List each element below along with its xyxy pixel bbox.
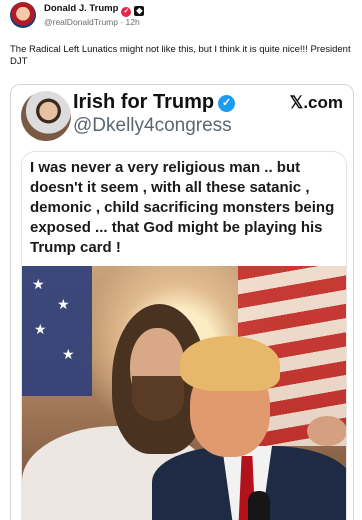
microphone-icon	[248, 491, 270, 520]
post-handle-line: @realDonaldTrump · 12h	[44, 17, 140, 27]
post-author-name[interactable]: Donald J. Trump	[44, 3, 118, 14]
post-author[interactable]: Donald J. Trump ✓ ◆	[44, 3, 145, 17]
affiliate-badge-icon: ◆	[134, 6, 145, 16]
verified-badge-icon: ✓	[121, 7, 132, 17]
post-handle[interactable]: @realDonaldTrump	[44, 17, 118, 27]
star-icon: ★	[62, 346, 75, 362]
figure-hair-2	[180, 336, 280, 391]
star-icon: ★	[32, 276, 45, 292]
figure-beard	[132, 376, 184, 421]
star-icon: ★	[57, 296, 70, 312]
hand	[307, 416, 346, 446]
star-icon: ★	[34, 321, 47, 337]
card-author-name: Irish for Trump	[73, 91, 215, 113]
card-handle: @Dkelly4congress	[73, 115, 232, 136]
avatar[interactable]	[10, 2, 36, 28]
x-logo-icon: 𝕏.com	[289, 93, 343, 112]
post-text: The Radical Left Lunatics might not like…	[10, 44, 351, 67]
post-header: Donald J. Trump ✓ ◆ @realDonaldTrump · 12h	[10, 2, 350, 32]
post-time: 12h	[125, 17, 140, 27]
quote-text: I was never a very religious man .. but …	[30, 159, 335, 256]
quote-image: I was never a very religious man .. but …	[21, 151, 347, 520]
verified-checkmark-icon: ✓	[218, 95, 236, 112]
artwork-image: ★ ★ ★ ★	[22, 266, 346, 520]
embedded-post-image[interactable]: Irish for Trump ✓ @Dkelly4congress 𝕏.com …	[10, 84, 354, 520]
card-author: Irish for Trump ✓	[73, 91, 236, 114]
card-avatar	[21, 91, 71, 141]
